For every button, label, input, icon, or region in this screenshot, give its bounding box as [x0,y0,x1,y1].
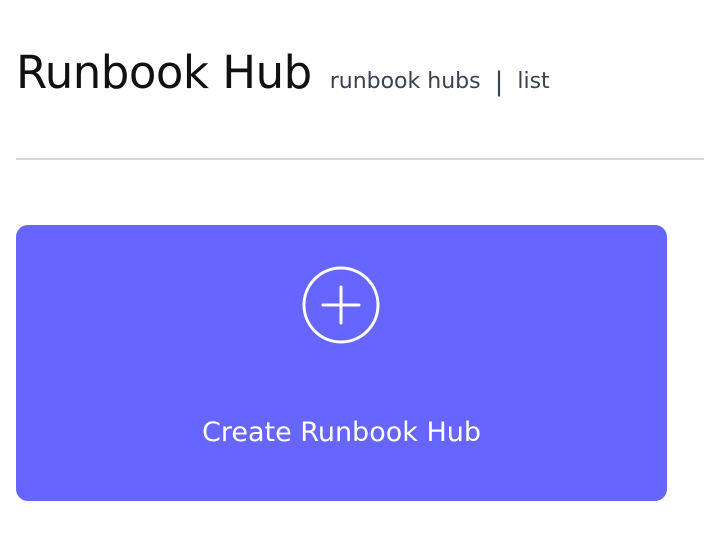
page-header: Runbook Hub runbook hubs | list [16,46,550,99]
page-title: Runbook Hub [16,46,312,99]
breadcrumb-item-runbook-hubs[interactable]: runbook hubs [330,69,481,94]
create-runbook-hub-label: Create Runbook Hub [201,417,482,448]
plus-circle-icon [302,266,380,344]
page: Runbook Hub runbook hubs | list Create R… [0,0,704,536]
breadcrumb: runbook hubs | list [330,65,550,97]
breadcrumb-item-list[interactable]: list [517,69,549,94]
header-divider [16,158,704,160]
create-runbook-hub-button[interactable]: Create Runbook Hub [16,225,667,501]
breadcrumb-separator: | [494,67,504,97]
